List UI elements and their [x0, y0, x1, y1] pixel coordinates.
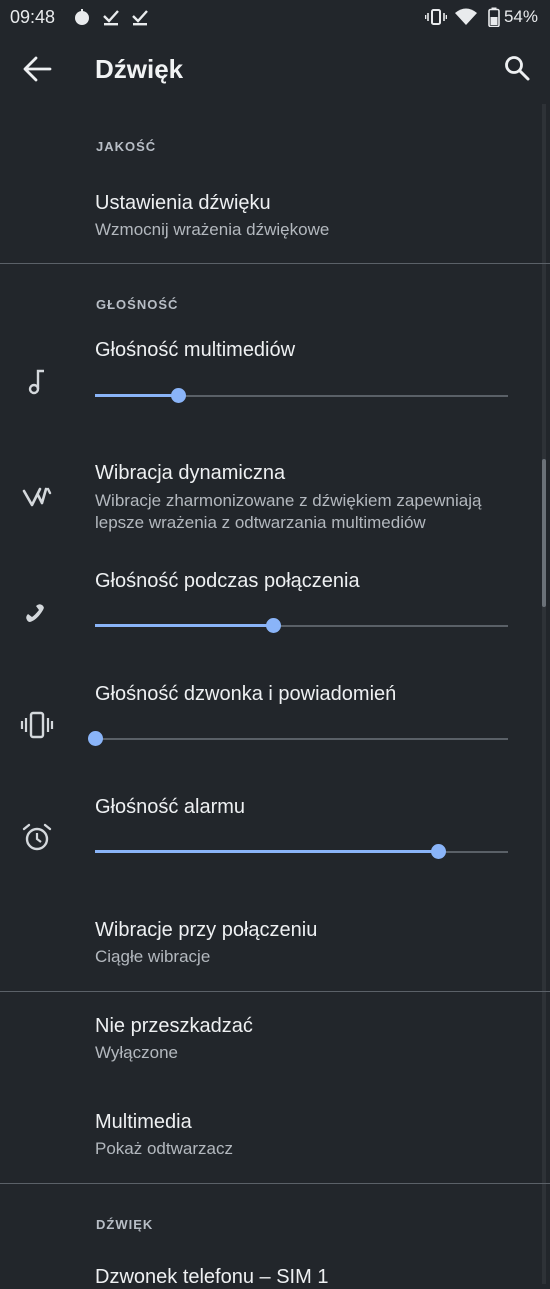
vibrate-calls-title: Wibracje przy połączeniu [95, 919, 318, 941]
divider [0, 263, 550, 264]
dnd-title: Nie przeszkadzać [95, 1015, 253, 1037]
sound-settings-subtitle: Wzmocnij wrażenia dźwiękowe [95, 220, 330, 239]
scrollbar-thumb[interactable] [542, 459, 546, 607]
ringtone-title: Dzwonek telefonu – SIM 1 [95, 1266, 329, 1288]
music-note-icon [28, 369, 44, 395]
download-done-icon [103, 10, 119, 26]
divider [0, 991, 550, 992]
wifi-icon [455, 8, 477, 25]
vibrate-mode-icon [425, 9, 447, 25]
slider-thumb[interactable] [266, 618, 281, 633]
slider-fill [95, 624, 273, 627]
call-volume-title: Głośność podczas połączenia [95, 570, 360, 592]
dynamic-vibration-subtitle-line2: lepsze wrażenia z odtwarzania multimedió… [95, 513, 426, 532]
status-bar: 09:48 54% [0, 0, 550, 34]
ring-volume-slider[interactable] [88, 729, 508, 749]
slider-thumb[interactable] [171, 388, 186, 403]
app-bar: Dźwięk [0, 34, 550, 104]
alarm-volume-slider[interactable] [95, 842, 508, 862]
slider-fill [95, 850, 438, 853]
slider-fill [95, 394, 178, 397]
scrollbar[interactable] [542, 104, 546, 1284]
phone-icon [26, 604, 44, 622]
section-header-volume: GŁOŚNOŚĆ [96, 297, 179, 312]
battery-icon [488, 7, 500, 27]
slider-thumb[interactable] [431, 844, 446, 859]
vibrate-icon [20, 711, 54, 739]
call-volume-slider[interactable] [95, 616, 508, 636]
dynamic-vibration-subtitle-line1: Wibracje zharmonizowane z dźwiękiem zape… [95, 491, 482, 510]
alarm-clock-icon [22, 823, 52, 851]
alarm-volume-title: Głośność alarmu [95, 796, 246, 818]
section-header-quality: JAKOŚĆ [96, 139, 157, 154]
battery-percent: 54% [503, 7, 538, 26]
media-volume-slider[interactable] [95, 386, 508, 406]
dynamic-vibration-title: Wibracja dynamiczna [95, 462, 286, 484]
download-done-icon-2 [132, 10, 148, 26]
back-arrow-icon[interactable] [22, 56, 52, 82]
section-header-sound: DŹWIĘK [96, 1217, 154, 1232]
sound-settings-title: Ustawienia dźwięku [95, 192, 271, 214]
vibrate-calls-subtitle: Ciągłe wibracje [95, 947, 211, 966]
media-title: Multimedia [95, 1111, 192, 1133]
media-subtitle: Pokaż odtwarzacz [95, 1139, 233, 1158]
slider-thumb[interactable] [88, 731, 103, 746]
notification-app-icon [75, 9, 89, 25]
status-time: 09:48 [10, 7, 56, 27]
dynamic-vibration-icon [22, 487, 52, 507]
page-title: Dźwięk [95, 54, 184, 84]
ring-volume-title: Głośność dzwonka i powiadomień [95, 683, 397, 705]
dnd-subtitle: Wyłączone [95, 1043, 178, 1062]
search-icon[interactable] [503, 54, 531, 82]
media-volume-title: Głośność multimediów [95, 339, 296, 361]
divider [0, 1183, 550, 1184]
